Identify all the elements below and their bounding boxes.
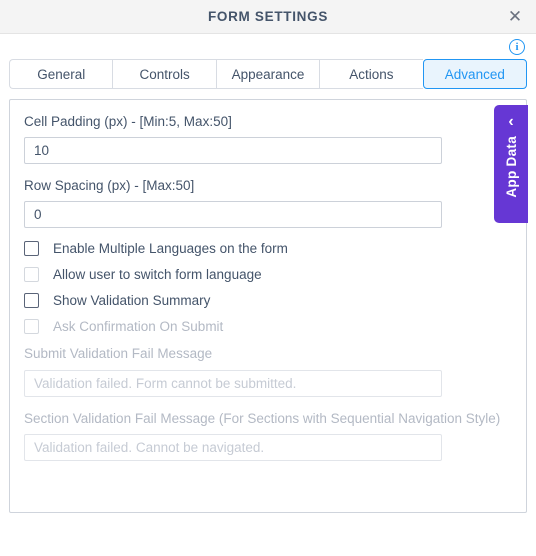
app-data-panel-toggle[interactable]: ‹ App Data — [494, 105, 528, 223]
checkbox-label-allow-switch-language: Allow user to switch form language — [53, 267, 262, 283]
tab-controls[interactable]: Controls — [112, 59, 216, 89]
tab-actions[interactable]: Actions — [319, 59, 423, 89]
row-spacing-label: Row Spacing (px) - [Max:50] — [24, 178, 195, 194]
cell-padding-field-group: Cell Padding (px) - [Min:5, Max:50] — [24, 113, 512, 165]
checkbox-row-ask-confirmation-on-submit: Ask Confirmation On Submit — [24, 319, 512, 335]
app-data-label: App Data — [503, 136, 519, 198]
page-title: FORM SETTINGS — [207, 9, 329, 24]
row-spacing-input[interactable] — [24, 201, 442, 229]
info-icon[interactable]: i — [509, 38, 525, 55]
section-validation-label: Section Validation Fail Message (For Sec… — [24, 410, 501, 426]
form-settings-dialog: FORM SETTINGS ✕ i General Controls Appea… — [0, 0, 536, 556]
submit-validation-field-group: Submit Validation Fail Message — [24, 345, 512, 397]
submit-validation-input — [24, 369, 442, 397]
tab-advanced[interactable]: Advanced — [422, 59, 528, 89]
advanced-settings-panel: Cell Padding (px) - [Min:5, Max:50] Row … — [9, 99, 527, 513]
info-row: i — [0, 34, 536, 59]
tab-appearance[interactable]: Appearance — [215, 59, 320, 89]
checkbox-row-enable-multiple-languages[interactable]: Enable Multiple Languages on the form — [24, 241, 512, 257]
checkbox-ask-confirmation-on-submit — [24, 319, 39, 335]
checkbox-label-show-validation-summary: Show Validation Summary — [53, 293, 211, 309]
row-spacing-field-group: Row Spacing (px) - [Max:50] — [24, 177, 512, 229]
checkbox-row-show-validation-summary[interactable]: Show Validation Summary — [24, 293, 512, 309]
checkbox-row-allow-switch-language[interactable]: Allow user to switch form language — [24, 267, 512, 283]
section-validation-field-group: Section Validation Fail Message (For Sec… — [24, 410, 512, 461]
section-validation-input — [24, 433, 442, 461]
cell-padding-input[interactable] — [24, 137, 442, 165]
checkbox-show-validation-summary[interactable] — [24, 293, 39, 309]
checkbox-enable-multiple-languages[interactable] — [24, 241, 39, 257]
cell-padding-label: Cell Padding (px) - [Min:5, Max:50] — [24, 114, 232, 129]
chevron-left-icon: ‹ — [508, 113, 514, 130]
settings-tab-bar: General Controls Appearance Actions Adva… — [9, 59, 528, 89]
checkbox-label-enable-multiple-languages: Enable Multiple Languages on the form — [53, 241, 288, 257]
submit-validation-label: Submit Validation Fail Message — [24, 346, 213, 362]
tab-general[interactable]: General — [9, 59, 113, 89]
dialog-titlebar: FORM SETTINGS ✕ — [0, 0, 536, 34]
close-icon[interactable]: ✕ — [502, 4, 528, 30]
checkbox-allow-switch-language[interactable] — [24, 267, 39, 283]
checkbox-label-ask-confirmation-on-submit: Ask Confirmation On Submit — [53, 319, 224, 335]
